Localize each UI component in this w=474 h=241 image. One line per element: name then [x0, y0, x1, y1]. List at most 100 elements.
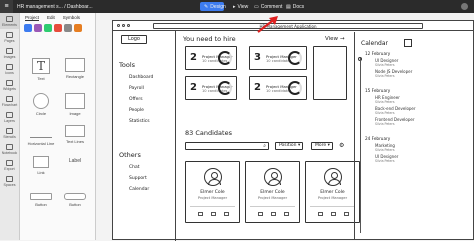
component-text-lines[interactable]: Text Lines: [62, 125, 88, 144]
component-button-alt[interactable]: Button: [62, 193, 88, 207]
component-image[interactable]: Image: [62, 93, 88, 116]
calendar-event[interactable]: Frontend Developer Silvia Peters: [375, 117, 474, 126]
nav-statistics[interactable]: Statistics: [129, 119, 179, 124]
kit-icon-purple[interactable]: [34, 24, 42, 32]
hire-card[interactable]: 2 Project Manager 10 candidates: [185, 76, 237, 100]
candidate-card[interactable]: Elmer Cole Project Manager: [305, 161, 360, 223]
design-mode-button[interactable]: ✎ Design: [200, 2, 226, 11]
calendar-icon[interactable]: [404, 39, 412, 47]
calendar-date: 15 February: [365, 88, 391, 93]
candidate-search-input[interactable]: ⌕: [185, 142, 269, 150]
rail-item-notebook[interactable]: Notebook: [0, 141, 19, 157]
chat-icon[interactable]: [284, 212, 289, 216]
breadcrumb[interactable]: HR management s... / Dashboar...: [17, 4, 93, 10]
progress-ring-icon: [288, 51, 302, 65]
view-link[interactable]: View →: [325, 36, 344, 42]
kit-icon-blue[interactable]: [24, 24, 32, 32]
pages-icon: [6, 31, 13, 38]
more-filter[interactable]: More ▾: [311, 142, 333, 150]
candidate-card[interactable]: Elmer Cole Project Manager: [185, 161, 240, 223]
mail-icon[interactable]: [318, 212, 323, 216]
kit-icon-orange[interactable]: [74, 24, 82, 32]
kit-icon-green[interactable]: [44, 24, 52, 32]
view-mode-button[interactable]: ▸ View: [229, 2, 249, 11]
docs-mode-button[interactable]: ▤ Docs: [282, 2, 304, 11]
calendar-date: 24 February: [365, 136, 391, 141]
nav-support[interactable]: Support: [129, 176, 179, 181]
panel-toolbar: [20, 22, 95, 34]
component-button[interactable]: Button: [28, 193, 54, 207]
calendar-event[interactable]: Marketing Silvia Peters: [375, 143, 474, 152]
component-link[interactable]: Link: [30, 156, 52, 175]
comment-mode-button[interactable]: ▭ Comment: [250, 2, 282, 11]
rail-item-icons[interactable]: Icons: [0, 61, 19, 77]
chevron-down-icon: ▾: [297, 143, 301, 148]
rail-item-widgets[interactable]: Widgets: [0, 77, 19, 93]
calendar-event[interactable]: Node JS Developer Silvia Peters: [375, 69, 474, 78]
nav-dashboard[interactable]: Dashboard: [129, 75, 179, 80]
chat-icon[interactable]: [224, 212, 229, 216]
mail-icon[interactable]: [258, 212, 263, 216]
window-dots: [117, 24, 130, 27]
calendar-event[interactable]: Back-end Developer Silvia Peters: [375, 106, 474, 115]
notebook-icon: [6, 143, 13, 150]
rail-item-stencils[interactable]: Stencils: [0, 125, 19, 141]
phone-icon[interactable]: [211, 212, 216, 216]
nav-offers[interactable]: Offers: [129, 97, 179, 102]
rail-item-pages[interactable]: Pages: [0, 29, 19, 45]
component-text[interactable]: T Text: [30, 58, 52, 81]
chevron-down-icon: ▾: [327, 143, 330, 148]
tab-edit[interactable]: Edit: [47, 15, 55, 20]
flowchart-icon: [6, 95, 13, 102]
comment-icon: ▭: [254, 3, 259, 10]
rail-item-images[interactable]: Images: [0, 45, 19, 61]
user-avatar[interactable]: [461, 3, 468, 10]
export-icon: [6, 159, 13, 166]
component-circle[interactable]: Circle: [30, 93, 52, 116]
wf-tools: Tools Dashboard Payroll Offers People St…: [119, 55, 179, 124]
chat-icon[interactable]: [344, 212, 349, 216]
rail-item-flowchart[interactable]: Flowchart: [0, 93, 19, 109]
text-icon: T: [32, 58, 50, 74]
text-lines-icon: [65, 125, 85, 137]
nav-people[interactable]: People: [129, 108, 179, 113]
mail-icon[interactable]: [198, 212, 203, 216]
app-logo[interactable]: ≡: [0, 0, 13, 13]
nav-chat[interactable]: Chat: [129, 165, 179, 170]
rail-item-elements[interactable]: Elements: [0, 13, 19, 29]
tab-symbols[interactable]: Symbols: [63, 15, 80, 20]
filter-icon[interactable]: ⚙: [339, 142, 347, 150]
tools-heading: Tools: [119, 61, 136, 69]
pencil-icon: ✎: [204, 3, 209, 10]
nav-payroll[interactable]: Payroll: [129, 86, 179, 91]
tab-project[interactable]: Project: [25, 15, 40, 21]
candidate-card[interactable]: Elmer Cole Project Manager: [245, 161, 300, 223]
button-icon: [30, 193, 52, 200]
wf-divider: [175, 31, 176, 241]
avatar-icon: [204, 168, 222, 186]
hire-card[interactable]: 3 Project Manager 10 candidates: [249, 46, 307, 70]
calendar-event[interactable]: HR Engineer Silvia Peters: [375, 95, 474, 104]
play-icon: ▸: [233, 3, 236, 10]
kit-icon-grey[interactable]: [64, 24, 72, 32]
hire-card[interactable]: 2 Project Manager 10 candidates: [249, 76, 307, 100]
stencils-icon: [6, 127, 13, 134]
calendar-panel: Calendar 12 February UI Designer Silvia P…: [354, 32, 474, 240]
phone-icon[interactable]: [271, 212, 276, 216]
component-horizontal-line[interactable]: Horizontal Line: [26, 131, 56, 146]
spaces-icon: [6, 175, 13, 182]
kit-icon-red[interactable]: [54, 24, 62, 32]
rail-item-export[interactable]: Export: [0, 157, 19, 173]
rail-item-spaces[interactable]: Spaces: [0, 173, 19, 189]
component-label[interactable]: Label: [62, 158, 88, 167]
calendar-event[interactable]: UI Designer Silvia Peters: [375, 58, 474, 67]
component-rectangle[interactable]: Rectangle: [62, 58, 88, 79]
nav-calendar[interactable]: Calendar: [129, 187, 179, 192]
position-filter[interactable]: Position ▾: [275, 142, 303, 150]
icons-icon: [6, 63, 13, 70]
phone-icon[interactable]: [331, 212, 336, 216]
calendar-event[interactable]: UI Designer Silvia Peters: [375, 154, 474, 163]
hire-card[interactable]: 2 Project Manager 10 candidates: [185, 46, 237, 70]
wf-others: Others Chat Support Calendar: [119, 145, 179, 192]
rail-item-layers[interactable]: Layers: [0, 109, 19, 125]
